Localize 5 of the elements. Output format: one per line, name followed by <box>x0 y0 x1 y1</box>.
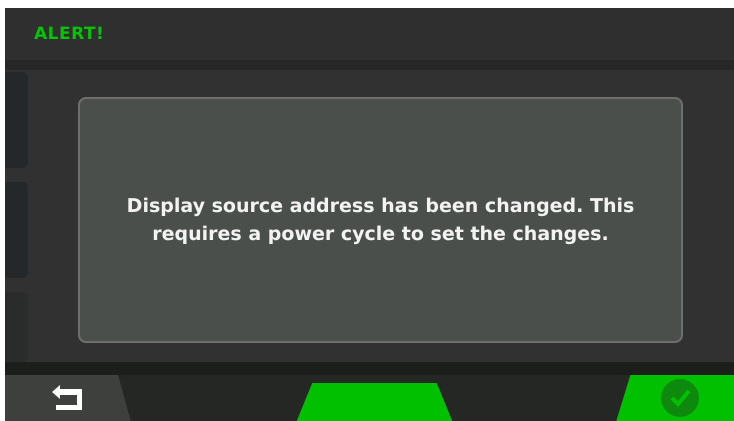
alert-title: ALERT! <box>34 24 104 44</box>
alert-message: Display source address has been changed. This requires a power cycle to set the changes. <box>126 194 636 247</box>
checkmark-circle-icon <box>661 379 700 417</box>
confirm-button[interactable] <box>616 375 734 421</box>
back-button[interactable] <box>5 375 131 421</box>
